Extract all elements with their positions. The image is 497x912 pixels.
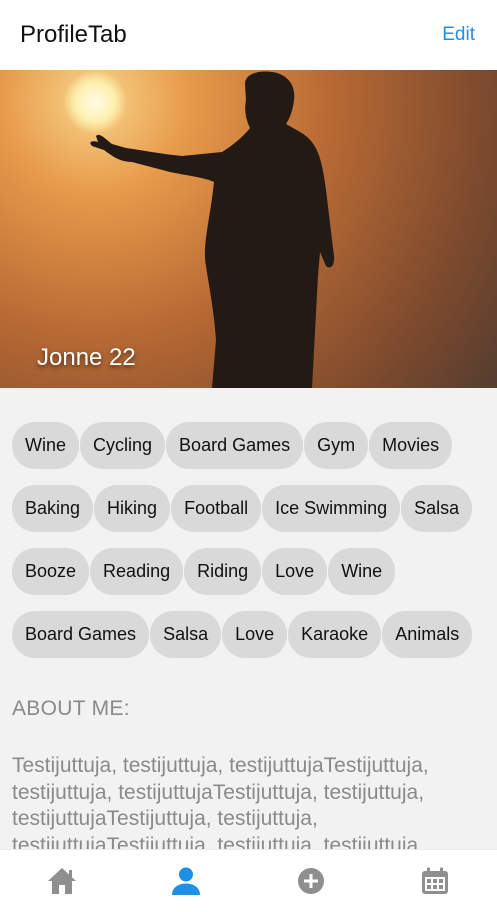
interests-list: Wine Cycling Board Games Gym Movies Baki… [12,422,487,674]
tab-calendar[interactable] [373,850,497,912]
interest-tag: Karaoke [288,611,382,658]
profile-photo-image [0,70,497,388]
profile-photo: Jonne 22 [0,70,497,388]
interest-tag: Cycling [80,422,166,469]
tab-profile[interactable] [124,850,248,912]
interest-tag: Board Games [166,422,304,469]
interest-tag: Board Games [12,611,150,658]
tab-home[interactable] [0,850,124,912]
interests-row: Baking Hiking Football Ice Swimming Sals… [12,485,487,532]
bottom-tab-bar [0,849,497,912]
interest-tag: Gym [304,422,369,469]
about-me-heading: ABOUT ME: [12,697,130,720]
interest-tag: Football [171,485,262,532]
interest-tag: Booze [12,548,90,595]
interest-tag: Ice Swimming [262,485,401,532]
interest-tag: Movies [369,422,453,469]
interest-tag: Hiking [94,485,171,532]
interest-tag: Love [262,548,328,595]
interest-tag: Salsa [150,611,222,658]
about-me-text: Testijuttuja, testijuttuja, testijuttuja… [12,754,429,857]
interest-tag: Love [222,611,288,658]
page-title: ProfileTab [20,21,127,48]
interest-tag: Reading [90,548,184,595]
tab-add[interactable] [249,850,373,912]
calendar-icon [421,867,448,894]
interest-tag: Baking [12,485,94,532]
home-icon [48,868,77,894]
interest-tag: Salsa [401,485,473,532]
interest-tag: Wine [12,422,80,469]
interest-tag: Animals [382,611,473,658]
interests-row: Booze Reading Riding Love Wine [12,548,487,595]
plus-circle-icon [297,868,324,894]
interests-row: Board Games Salsa Love Karaoke Animals [12,611,487,658]
app-header: ProfileTab Edit [0,0,497,70]
edit-button[interactable]: Edit [442,24,475,46]
interest-tag: Riding [184,548,262,595]
person-icon [172,867,201,895]
profile-name-age: Jonne 22 [37,344,136,371]
interests-row: Wine Cycling Board Games Gym Movies [12,422,487,469]
interest-tag: Wine [328,548,396,595]
